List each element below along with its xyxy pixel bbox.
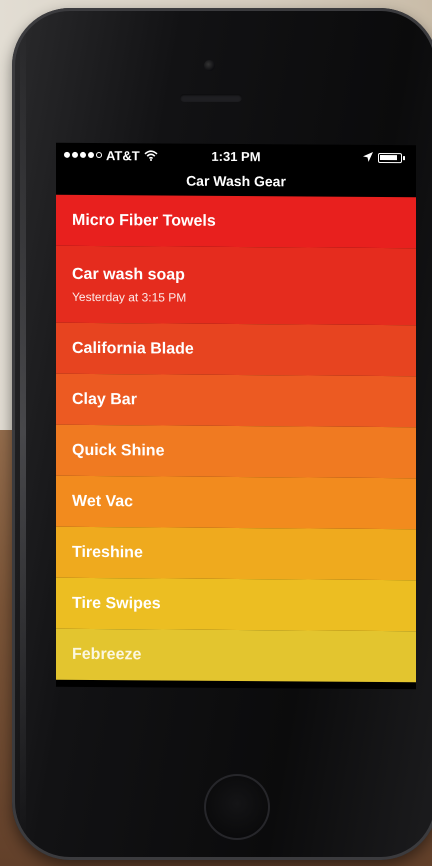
list-item[interactable]: Wet Vac xyxy=(56,475,416,530)
list-item-title: Tire Swipes xyxy=(72,594,161,612)
iphone-device: AT&T 1:31 PM Car Wash Gear Micro Fiber T… xyxy=(12,8,432,860)
list-item[interactable]: Tire Swipes xyxy=(56,577,416,632)
phone-screen: AT&T 1:31 PM Car Wash Gear Micro Fiber T… xyxy=(56,142,416,690)
task-list: Micro Fiber Towels Car wash soap Yesterd… xyxy=(56,194,416,683)
battery-icon xyxy=(378,152,402,164)
list-item-subtitle: Yesterday at 3:15 PM xyxy=(72,289,187,305)
list-item-title: California Blade xyxy=(72,339,194,358)
location-arrow-icon xyxy=(363,151,373,162)
home-button[interactable] xyxy=(204,774,270,840)
list-item-title: Car wash soap xyxy=(72,265,185,284)
list-title: Car Wash Gear xyxy=(186,172,286,190)
front-camera-icon xyxy=(204,60,215,71)
list-item-title: Quick Shine xyxy=(72,441,165,460)
status-bar: AT&T 1:31 PM xyxy=(56,143,416,172)
earpiece-speaker xyxy=(180,94,242,102)
list-item[interactable]: Clay Bar xyxy=(56,373,416,428)
list-item[interactable]: Micro Fiber Towels xyxy=(56,194,416,249)
list-item-title: Tireshine xyxy=(72,543,143,561)
list-item-title: Febreeze xyxy=(72,645,142,663)
list-item[interactable]: Quick Shine xyxy=(56,424,416,479)
list-item-title: Clay Bar xyxy=(72,390,137,408)
list-item[interactable]: Car wash soap Yesterday at 3:15 PM xyxy=(56,245,416,326)
list-item[interactable]: Tireshine xyxy=(56,526,416,581)
phone-edge xyxy=(20,22,26,842)
list-item[interactable]: California Blade xyxy=(56,322,416,377)
list-item-title: Micro Fiber Towels xyxy=(72,211,216,230)
list-item-title: Wet Vac xyxy=(72,492,134,510)
list-item[interactable]: Febreeze xyxy=(56,628,416,683)
